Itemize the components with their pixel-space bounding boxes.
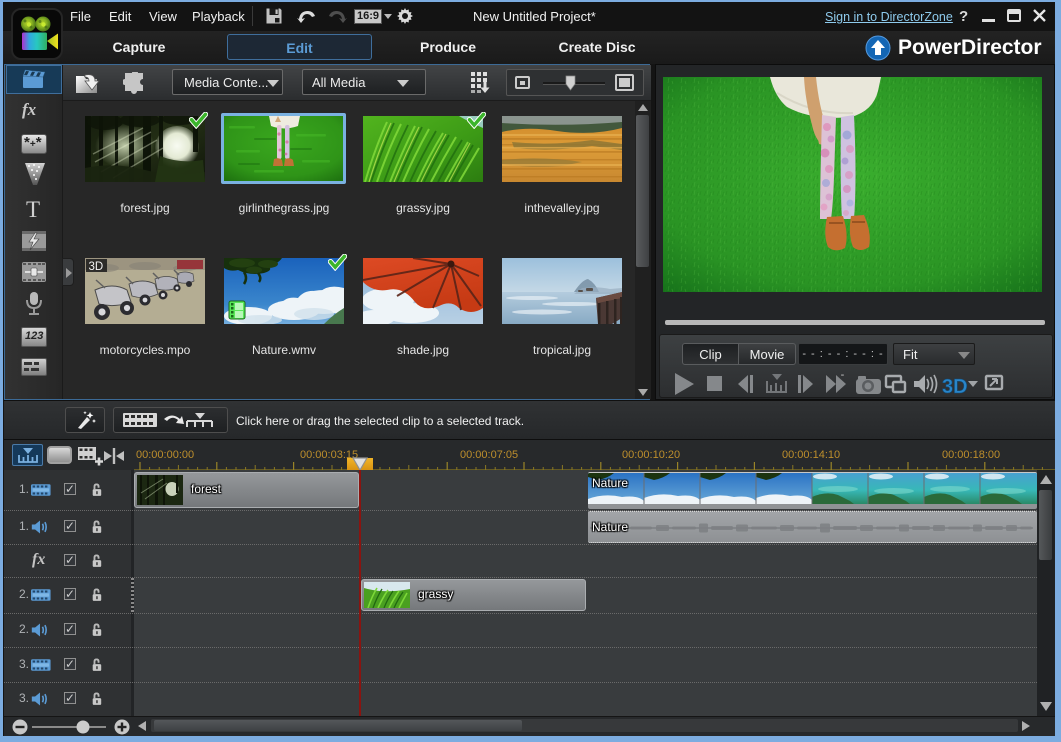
svg-text:3D: 3D	[89, 261, 104, 273]
svg-text:3D: 3D	[942, 376, 968, 397]
